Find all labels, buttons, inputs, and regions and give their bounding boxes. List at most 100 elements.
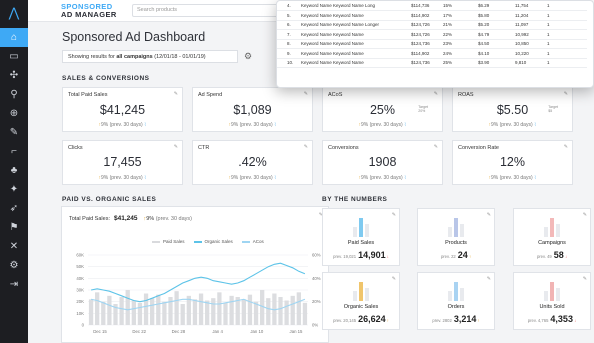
table-row[interactable]: 8. Keyword Name Keyword Name $124,736 23% $4… xyxy=(277,39,587,49)
search-input[interactable]: Search products xyxy=(132,4,292,17)
pin-icon[interactable]: ✎ xyxy=(174,91,178,97)
section-numbers-title: BY THE NUMBERS xyxy=(322,196,388,203)
paid-sales-bar xyxy=(107,295,112,325)
paid-sales-bar xyxy=(88,299,94,325)
number-footer: prev. 22 24 ↑ xyxy=(418,250,494,260)
pin-icon[interactable]: ✎ xyxy=(434,144,438,150)
rocket-icon[interactable]: ➶ xyxy=(0,199,28,218)
pin-icon[interactable]: ✎ xyxy=(434,91,438,97)
kpi-label: CTR xyxy=(198,145,210,151)
number-card[interactable]: ✎ Organic Sales prev. 20,145 26,624 ↑ xyxy=(322,272,400,330)
paid-sales-bar xyxy=(278,297,283,325)
legend-paid[interactable]: Paid Sales xyxy=(152,239,185,244)
number-card[interactable]: ✎ Units Sold prev. 4,765 4,353 ↓ xyxy=(513,272,591,330)
pin-icon[interactable]: ✎ xyxy=(583,276,587,282)
table-row[interactable]: 5. Keyword Name Keyword Name $114,902 17% $5… xyxy=(277,11,587,21)
pin-icon[interactable]: ✎ xyxy=(487,276,491,282)
table-cell: 10. xyxy=(287,60,294,65)
sparkline-icon: ⌇ xyxy=(534,122,537,128)
kpi-card[interactable]: Conversion Rate ✎ 12% ↑9% (prev. 30 days… xyxy=(452,140,573,185)
pin-icon[interactable]: ✎ xyxy=(304,91,308,97)
number-card[interactable]: ✎ Campaigns prev. 49 58 ↓ xyxy=(513,208,591,266)
number-label: Organic Sales xyxy=(343,304,379,310)
number-card[interactable]: ✎ Products prev. 22 24 ↑ xyxy=(417,208,495,266)
number-label: Orders xyxy=(447,304,465,310)
pin-icon[interactable]: ✎ xyxy=(564,91,568,97)
pin-icon[interactable]: ✎ xyxy=(487,212,491,218)
search-icon[interactable]: ⚲ xyxy=(0,85,28,104)
settings-gear-icon[interactable]: ⚙ xyxy=(244,51,252,62)
kpi-value: $1,089 xyxy=(233,103,272,117)
table-row[interactable]: 4. Keyword Name Keyword Name Long $114,736… xyxy=(277,1,587,11)
kpi-label: ROAS xyxy=(458,92,474,98)
number-card[interactable]: ✎ Paid Sales prev. 19,021 14,901 ↓ xyxy=(322,208,400,266)
table-row[interactable]: 7. Keyword Name Keyword Name $124,726 22% $4… xyxy=(277,30,587,40)
kpi-card[interactable]: Ad Spend ✎ $1,089 ↑9% (prev. 30 days) ⌇ xyxy=(192,87,313,132)
legend-acos-label: ACos xyxy=(252,239,264,244)
network-icon[interactable]: ✣ xyxy=(0,66,28,85)
wrench-icon[interactable]: ✎ xyxy=(0,123,28,142)
table-cell: 11,754 xyxy=(515,3,529,8)
y2-tick-label: 60% xyxy=(312,253,321,258)
bookmark-icon[interactable]: ✦ xyxy=(0,180,28,199)
bars-icon xyxy=(353,218,371,237)
kpi-card[interactable]: CTR ✎ .42% ↑9% (prev. 30 days) ⌇ xyxy=(192,140,313,185)
kpi-change: 9% xyxy=(231,122,239,128)
paid-sales-bar xyxy=(302,302,308,325)
kpi-card[interactable]: Clicks ✎ 17,455 ↑9% (prev. 30 days) ⌇ xyxy=(62,140,183,185)
legend-organic[interactable]: Organic Sales xyxy=(193,239,233,244)
table-cell: 21% xyxy=(443,22,453,27)
up-arrow-icon: ↑ xyxy=(476,318,480,323)
gear-icon[interactable]: ⚙ xyxy=(0,256,28,275)
kpi-prev-label: (prev. 30 days) xyxy=(109,175,143,181)
paid-sales-bar xyxy=(131,300,136,325)
split-icon[interactable]: ✕ xyxy=(0,237,28,256)
table-row[interactable]: 10. Keyword Name Keyword Name $124,736 25% $… xyxy=(277,58,587,68)
telescope-icon[interactable]: ⌐ xyxy=(0,142,28,161)
pin-icon[interactable]: ✎ xyxy=(583,212,587,218)
chart-prev: (prev. 30 days) xyxy=(155,216,192,222)
table-cell: 6. xyxy=(287,22,291,27)
monitor-icon[interactable]: ▭ xyxy=(0,47,28,66)
kpi-label: Ad Spend xyxy=(198,92,223,98)
paid-sales-bar xyxy=(101,301,106,325)
y2-tick-label: 40% xyxy=(312,276,321,281)
home-icon[interactable]: ⌂ xyxy=(0,28,28,47)
pin-icon[interactable]: ✎ xyxy=(564,144,568,150)
kpi-prev-label: (prev. 30 days) xyxy=(109,122,143,128)
y2-tick-label: 0% xyxy=(312,323,318,328)
x-tick-label: Jan 10 xyxy=(250,329,264,334)
kpi-card[interactable]: Total Paid Sales ✎ $41,245 ↑9% (prev. 30… xyxy=(62,87,183,132)
kpi-card[interactable]: ACoS ✎ 25% Target 20% ↑9% (prev. 30 days)… xyxy=(322,87,443,132)
flag-icon[interactable]: ⚑ xyxy=(0,218,28,237)
pin-icon[interactable]: ✎ xyxy=(304,144,308,150)
date-range-selector[interactable]: Showing results for all campaigns (12/01… xyxy=(62,50,238,63)
table-row[interactable]: 9. Keyword Name Keyword Name $114,902 24% $4… xyxy=(277,49,587,59)
exit-icon[interactable]: ⇥ xyxy=(0,275,28,294)
sparkline-icon: ⌇ xyxy=(404,175,407,181)
bars-icon xyxy=(353,282,371,301)
target-icon[interactable]: ⊕ xyxy=(0,104,28,123)
paid-sales-bar xyxy=(260,290,265,325)
number-card[interactable]: ✎ Orders prev. 2802 3,214 ↑ xyxy=(417,272,495,330)
chart-change: 9% xyxy=(146,216,155,222)
kpi-prev: ↑9% (prev. 30 days) ⌇ xyxy=(453,175,572,181)
table-cell: 24% xyxy=(443,50,453,56)
tree-icon[interactable]: ♣ xyxy=(0,161,28,180)
kpi-change: 9% xyxy=(361,175,369,181)
sparkline-icon: ⌇ xyxy=(274,122,277,128)
table-cell: 23% xyxy=(443,41,453,46)
table-row[interactable]: 6. Keyword Name Keyword Name Longer $124,7… xyxy=(277,20,587,30)
kpi-card[interactable]: ROAS ✎ $5.50 Target $5 ↑9% (prev. 30 days… xyxy=(452,87,573,132)
legend-acos[interactable]: ACos xyxy=(241,239,264,244)
pin-icon[interactable]: ✎ xyxy=(392,212,396,218)
pin-icon[interactable]: ✎ xyxy=(174,144,178,150)
kpi-prev-label: (prev. 30 days) xyxy=(239,122,273,128)
paid-sales-bar xyxy=(150,298,155,325)
table-cell: 15% xyxy=(443,3,453,8)
kpi-change: 9% xyxy=(101,175,109,181)
kpi-card[interactable]: Conversions ✎ 1908 ↑9% (prev. 30 days) ⌇ xyxy=(322,140,443,185)
down-arrow-icon: ↓ xyxy=(385,254,389,259)
pin-icon[interactable]: ✎ xyxy=(392,276,396,282)
dashboard-screenshot: ⋀ ⌂ ▭ ✣ ⚲ ⊕ ✎ ⌐ ♣ ✦ ➶ ⚑ ✕ ⚙ ⇥ SPONSORED … xyxy=(0,0,594,343)
